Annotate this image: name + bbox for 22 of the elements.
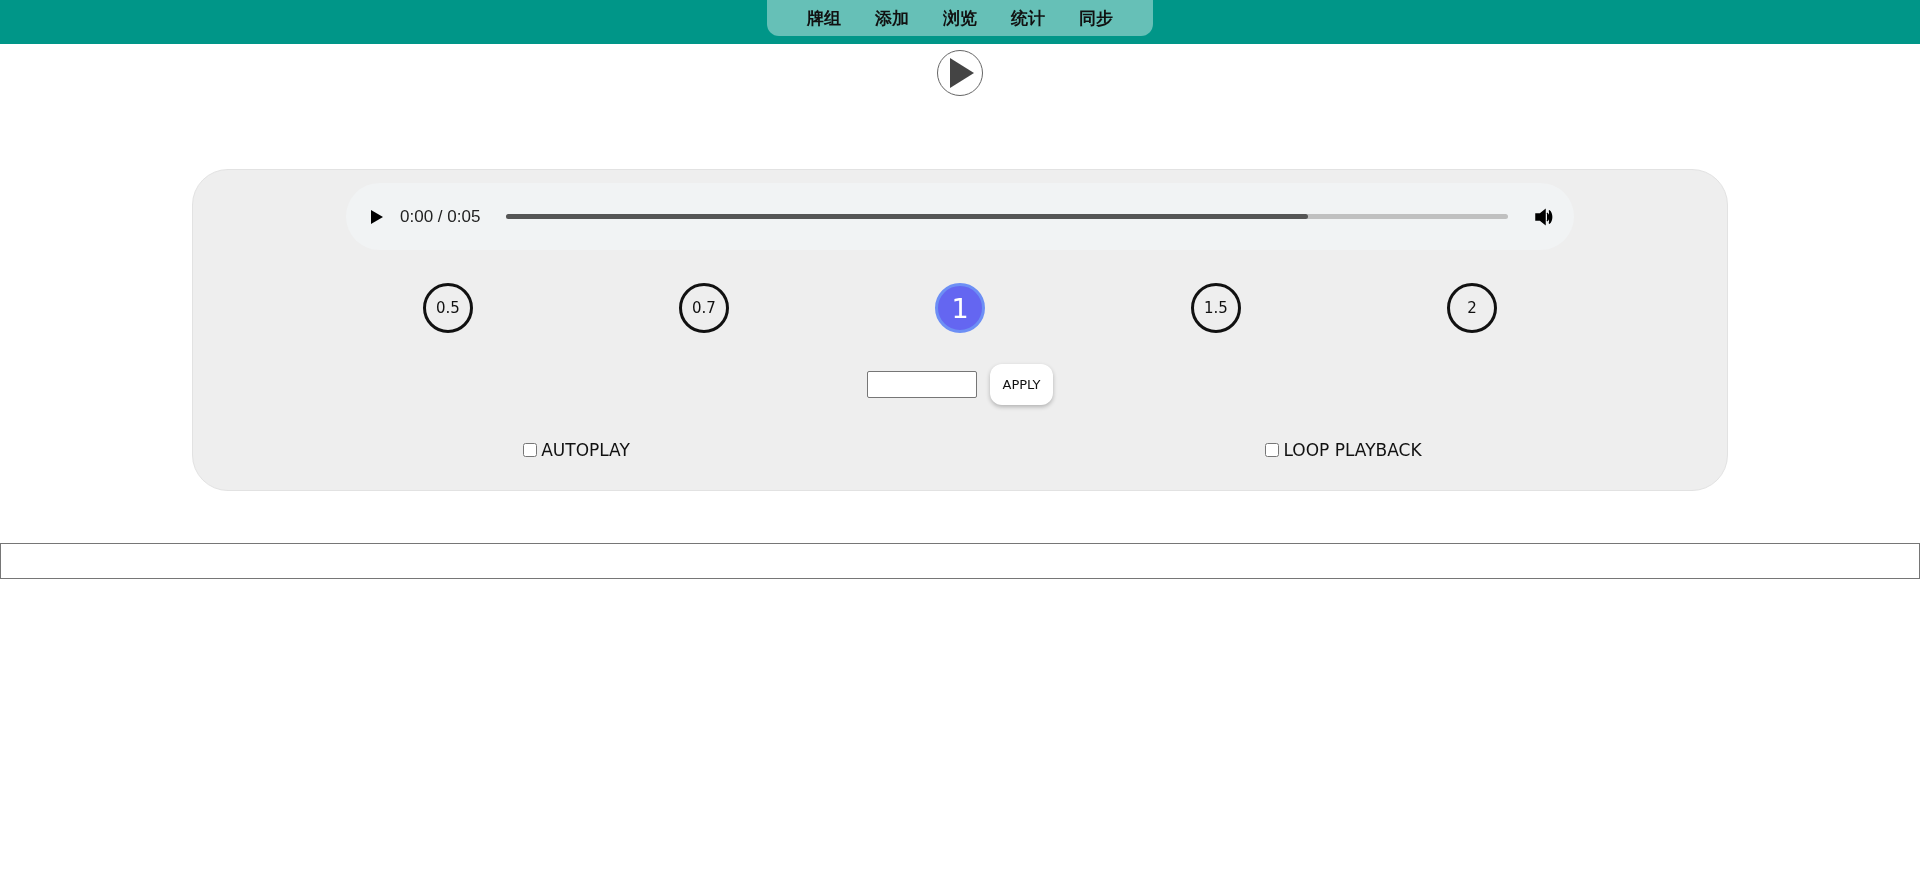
nav-link[interactable]: 同步 <box>1079 6 1113 30</box>
nav-link[interactable]: 浏览 <box>943 6 977 30</box>
checkbox-label: LOOP PLAYBACK <box>1283 440 1422 460</box>
speed-button[interactable]: 1.5 <box>1191 283 1241 333</box>
speed-button[interactable]: 0.7 <box>679 283 729 333</box>
nav-link[interactable]: 牌组 <box>807 6 841 30</box>
text-input[interactable] <box>0 543 1920 579</box>
checkbox[interactable] <box>523 443 538 457</box>
nav-link[interactable]: 添加 <box>875 6 909 30</box>
speed-button[interactable]: 0.5 <box>423 283 473 333</box>
apply-button[interactable]: APPLY <box>990 364 1053 405</box>
play-icon[interactable] <box>370 208 384 225</box>
checkbox[interactable] <box>1265 443 1280 457</box>
checkbox-label: AUTOPLAY <box>541 440 630 460</box>
play-icon[interactable] <box>936 49 984 97</box>
speed-button[interactable]: 1 <box>935 283 985 333</box>
nav-link[interactable]: 统计 <box>1011 6 1045 30</box>
volume-icon[interactable] <box>1534 206 1554 227</box>
time-display: 0:00 / 0:05 <box>400 206 481 227</box>
speed-button[interactable]: 2 <box>1447 283 1497 333</box>
speed-input[interactable] <box>867 371 978 398</box>
progress-track[interactable] <box>506 214 1508 219</box>
